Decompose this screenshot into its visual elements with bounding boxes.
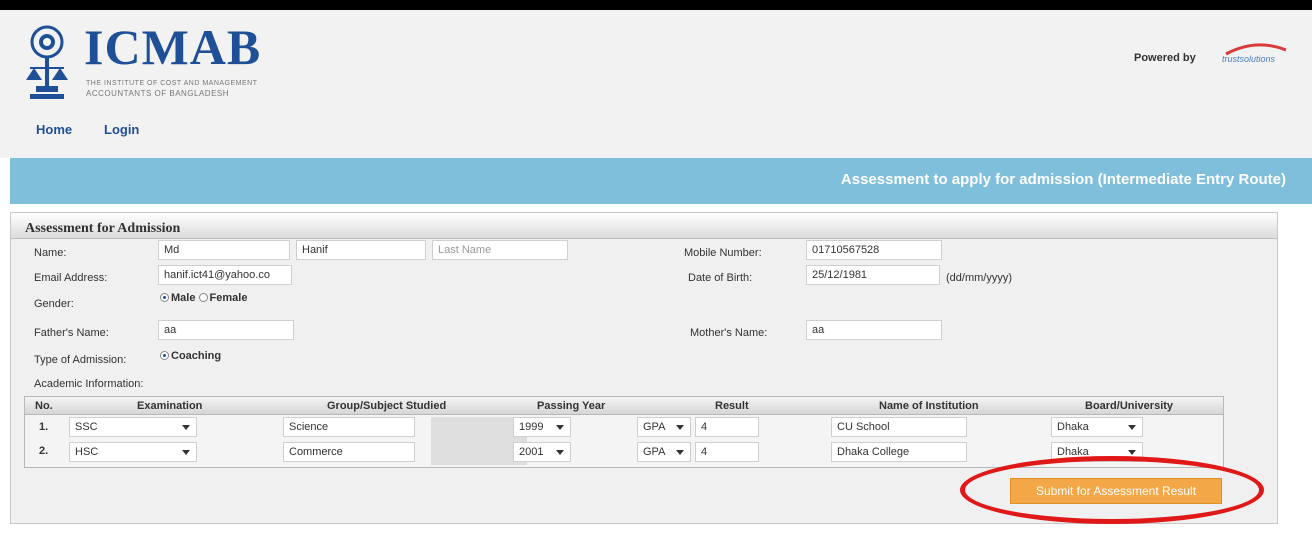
row-number: 1. <box>39 421 49 433</box>
result-type-select[interactable]: GPA <box>637 442 691 462</box>
powered-logo-text: trustsolutions <box>1222 54 1276 64</box>
passing-year-select[interactable]: 2001 <box>513 442 571 462</box>
academic-info-label: Academic Information: <box>34 378 144 390</box>
panel-header: Assessment for Admission <box>11 213 1277 239</box>
col-header-examination: Examination <box>137 400 203 412</box>
logo-subtitle-line2: ACCOUNTANTS OF BANGLADESH <box>86 89 230 98</box>
chevron-down-icon <box>676 450 684 455</box>
radio-checked-icon <box>160 293 169 302</box>
result-field[interactable]: 4 <box>695 417 759 437</box>
gender-radio-group: Male Female <box>160 292 247 304</box>
mother-name-field[interactable]: aa <box>806 320 942 340</box>
dob-field[interactable]: 25/12/1981 <box>806 265 940 285</box>
group-field[interactable]: Commerce <box>283 442 415 462</box>
row-number: 2. <box>39 445 49 457</box>
father-name-field[interactable]: aa <box>158 320 294 340</box>
gender-label: Gender: <box>34 298 74 310</box>
powered-by-label: Powered by <box>1134 52 1196 64</box>
col-header-result: Result <box>715 400 749 412</box>
col-header-board: Board/University <box>1085 400 1174 412</box>
examination-select[interactable]: SSC <box>69 417 197 437</box>
first-name-field[interactable]: Md <box>158 240 290 260</box>
chevron-down-icon <box>182 450 190 455</box>
dob-format-hint: (dd/mm/yyyy) <box>946 272 1012 284</box>
passing-year-select[interactable]: 1999 <box>513 417 571 437</box>
col-header-group: Group/Subject Studied <box>327 400 447 412</box>
main-nav: Home Login <box>0 106 1312 158</box>
panel-title: Assessment for Admission <box>25 221 181 236</box>
institution-field[interactable]: Dhaka College <box>831 442 967 462</box>
mother-name-label: Mother's Name: <box>690 327 768 339</box>
gender-female-label: Female <box>209 292 248 304</box>
nav-home-link[interactable]: Home <box>36 122 72 137</box>
gender-male-label: Male <box>171 292 196 304</box>
last-name-field[interactable]: Last Name <box>432 240 568 260</box>
email-label: Email Address: <box>34 272 108 284</box>
banner-title: Assessment to apply for admission (Inter… <box>840 171 1286 188</box>
result-type-value: GPA <box>643 421 666 433</box>
page-banner: Assessment to apply for admission (Inter… <box>10 158 1312 204</box>
chevron-down-icon <box>676 425 684 430</box>
trustsolutions-logo: trustsolutions <box>1216 40 1288 74</box>
admission-type-value: Coaching <box>171 350 222 362</box>
top-border <box>0 0 1312 10</box>
examination-value: SSC <box>75 421 98 433</box>
site-header: ICMAB THE INSTITUTE OF COST AND MANAGEME… <box>0 10 1312 106</box>
chevron-down-icon <box>1128 450 1136 455</box>
mobile-field[interactable]: 01710567528 <box>806 240 942 260</box>
chevron-down-icon <box>1128 425 1136 430</box>
name-label: Name: <box>34 247 67 259</box>
father-name-label: Father's Name: <box>34 327 109 339</box>
result-field[interactable]: 4 <box>695 442 759 462</box>
academic-table-header: No. Examination Group/Subject Studied Pa… <box>25 397 1223 415</box>
gender-female-radio[interactable]: Female <box>198 292 248 304</box>
dob-label: Date of Birth: <box>688 272 753 284</box>
col-header-no: No. <box>35 400 53 412</box>
col-header-institution: Name of Institution <box>879 400 979 412</box>
academic-table: No. Examination Group/Subject Studied Pa… <box>24 396 1224 468</box>
chevron-down-icon <box>556 425 564 430</box>
logo-title: ICMAB <box>84 19 262 75</box>
examination-value: HSC <box>75 446 99 458</box>
gender-male-radio[interactable]: Male <box>160 292 195 304</box>
email-field[interactable]: hanif.ict41@yahoo.co <box>158 265 292 285</box>
group-field[interactable]: Science <box>283 417 415 437</box>
radio-checked-icon <box>160 351 169 360</box>
result-type-value: GPA <box>643 446 666 458</box>
board-value: Dhaka <box>1057 421 1089 433</box>
icmab-emblem-icon <box>26 25 68 99</box>
logo-subtitle-line1: THE INSTITUTE OF COST AND MANAGEMENT <box>86 80 258 87</box>
institution-field[interactable]: CU School <box>831 417 967 437</box>
mobile-label: Mobile Number: <box>684 247 762 259</box>
board-select[interactable]: Dhaka <box>1051 417 1143 437</box>
nav-login-link[interactable]: Login <box>104 122 139 137</box>
red-highlight-circle <box>960 456 1264 524</box>
chevron-down-icon <box>182 425 190 430</box>
admission-type-label: Type of Admission: <box>34 354 127 366</box>
radio-unchecked-icon <box>198 293 208 302</box>
admission-type-coaching-radio[interactable]: Coaching <box>160 350 221 362</box>
examination-select[interactable]: HSC <box>69 442 197 462</box>
passing-year-value: 1999 <box>519 421 544 433</box>
middle-name-field[interactable]: Hanif <box>296 240 426 260</box>
result-type-select[interactable]: GPA <box>637 417 691 437</box>
chevron-down-icon <box>556 450 564 455</box>
col-header-passing-year: Passing Year <box>537 400 606 412</box>
passing-year-value: 2001 <box>519 446 544 458</box>
